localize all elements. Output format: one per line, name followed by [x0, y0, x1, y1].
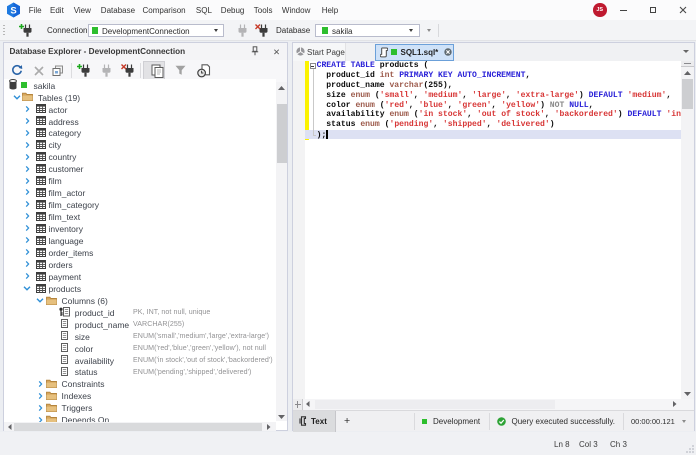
svg-text:S: S [10, 6, 16, 17]
